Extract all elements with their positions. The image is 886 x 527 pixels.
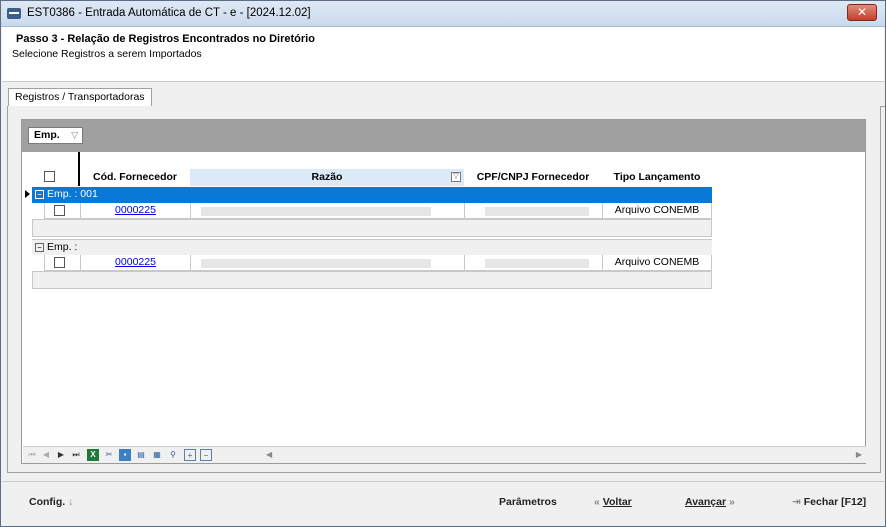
select-all-checkbox[interactable] xyxy=(44,171,55,182)
col-razao-label: Razão xyxy=(311,171,343,183)
group-footer-row xyxy=(32,271,712,289)
cell-cpf-cnpj xyxy=(465,255,603,270)
cell-cod-fornecedor: 0000225 xyxy=(81,255,191,270)
redacted-text xyxy=(201,207,431,216)
tools-icon[interactable]: ✂ xyxy=(103,449,115,461)
voltar-button[interactable]: « Voltar xyxy=(594,496,632,508)
prev-record-icon[interactable]: ◀ xyxy=(40,449,52,461)
redacted-text xyxy=(485,259,589,268)
voltar-label: Voltar xyxy=(602,496,632,508)
collapse-icon[interactable]: − xyxy=(35,190,44,199)
group-label: Emp. : xyxy=(47,241,78,253)
table-row[interactable]: 0000225 Arquivo CONEMB xyxy=(44,255,712,271)
collapse-all-icon[interactable]: − xyxy=(200,449,212,461)
cell-tipo-lancamento: Arquivo CONEMB xyxy=(614,256,700,268)
fornecedor-link[interactable]: 0000225 xyxy=(115,204,156,216)
config-button[interactable]: Config. ↓ xyxy=(29,496,73,508)
next-record-icon[interactable]: ▶ xyxy=(55,449,67,461)
fornecedor-link[interactable]: 0000225 xyxy=(115,256,156,268)
col-cpf-cnpj[interactable]: CPF/CNPJ Fornecedor xyxy=(464,169,602,186)
avancar-label: Avançar xyxy=(685,496,727,508)
save-icon[interactable]: ▪ xyxy=(119,449,131,461)
fechar-label: Fechar [F12] xyxy=(803,496,867,508)
current-row-indicator xyxy=(25,190,30,198)
search-icon[interactable]: ⚲ xyxy=(167,449,179,461)
cell-razao xyxy=(191,203,465,218)
group-label: Emp. : 001 xyxy=(47,188,98,200)
checkbox-cell xyxy=(45,255,81,270)
expand-all-icon[interactable]: + xyxy=(184,449,196,461)
layout-icon[interactable]: ▤ xyxy=(135,449,147,461)
col-cod-fornecedor[interactable]: Cód. Fornecedor xyxy=(80,169,190,186)
collapse-icon[interactable]: − xyxy=(35,243,44,252)
title-bar: EST0386 - Entrada Automática de CT - e -… xyxy=(1,1,885,27)
chevrons-left-icon: « xyxy=(594,496,600,508)
grid-navigator: ⏮ ◀ ▶ ⏭ X ✂ ▪ ▤ ▦ ⚲ + − ◀ ▶ xyxy=(23,446,866,463)
filter-funnel-icon[interactable]: ▽ xyxy=(71,128,78,143)
cell-razao xyxy=(191,255,465,270)
exit-icon: ⇥ xyxy=(792,496,801,508)
tab-registros-transportadoras[interactable]: Registros / Transportadoras xyxy=(8,88,152,107)
col-tipo-lancamento[interactable]: Tipo Lançamento xyxy=(602,169,712,186)
group-by-label: Emp. xyxy=(34,129,60,141)
group-by-panel: Emp. ▽ xyxy=(22,120,865,152)
wizard-header: Passo 3 - Relação de Registros Encontrad… xyxy=(2,27,884,82)
parametros-button[interactable]: Parâmetros xyxy=(499,496,557,508)
scroll-right-icon[interactable]: ▶ xyxy=(856,450,862,459)
redacted-text xyxy=(201,259,431,268)
config-label: Config. xyxy=(29,496,66,508)
avancar-button[interactable]: Avançar » xyxy=(685,496,735,508)
footer-bar: Config. ↓ Parâmetros « Voltar Avançar » … xyxy=(2,481,884,526)
last-page-icon[interactable]: ⏭ xyxy=(70,449,82,461)
cell-cpf-cnpj xyxy=(465,203,603,218)
app-icon xyxy=(7,8,21,19)
column-filter-icon[interactable]: ▽ xyxy=(451,172,461,182)
step-title: Passo 3 - Relação de Registros Encontrad… xyxy=(16,33,315,45)
cell-tipo-lancamento: Arquivo CONEMB xyxy=(614,204,700,216)
col-razao[interactable]: Razão ▽ xyxy=(190,169,464,186)
print-icon[interactable]: ▦ xyxy=(151,449,163,461)
checkbox-cell xyxy=(45,203,81,218)
first-page-icon[interactable]: ⏮ xyxy=(26,449,38,461)
table-row[interactable]: 0000225 Arquivo CONEMB xyxy=(44,203,712,219)
group-footer-row xyxy=(32,219,712,237)
main-window: EST0386 - Entrada Automática de CT - e -… xyxy=(0,0,886,527)
window-title: EST0386 - Entrada Automática de CT - e -… xyxy=(27,7,311,19)
arrow-down-icon: ↓ xyxy=(68,496,74,508)
redacted-text xyxy=(485,207,589,216)
cell-cod-fornecedor: 0000225 xyxy=(81,203,191,218)
group-by-chip[interactable]: Emp. ▽ xyxy=(28,127,83,144)
scroll-left-icon[interactable]: ◀ xyxy=(266,450,272,459)
fechar-button[interactable]: ⇥ Fechar [F12] xyxy=(792,496,866,508)
chevrons-right-icon: » xyxy=(728,496,735,508)
step-subtitle: Selecione Registros a serem Importados xyxy=(12,48,202,60)
close-button[interactable]: ✕ xyxy=(847,4,877,21)
group-row[interactable]: − Emp. : 001 xyxy=(32,187,712,203)
excel-export-icon[interactable]: X xyxy=(87,449,99,461)
group-row[interactable]: − Emp. : xyxy=(32,239,712,255)
records-grid: Emp. ▽ Cód. Fornecedor Razão ▽ CPF/CNPJ … xyxy=(21,119,866,464)
